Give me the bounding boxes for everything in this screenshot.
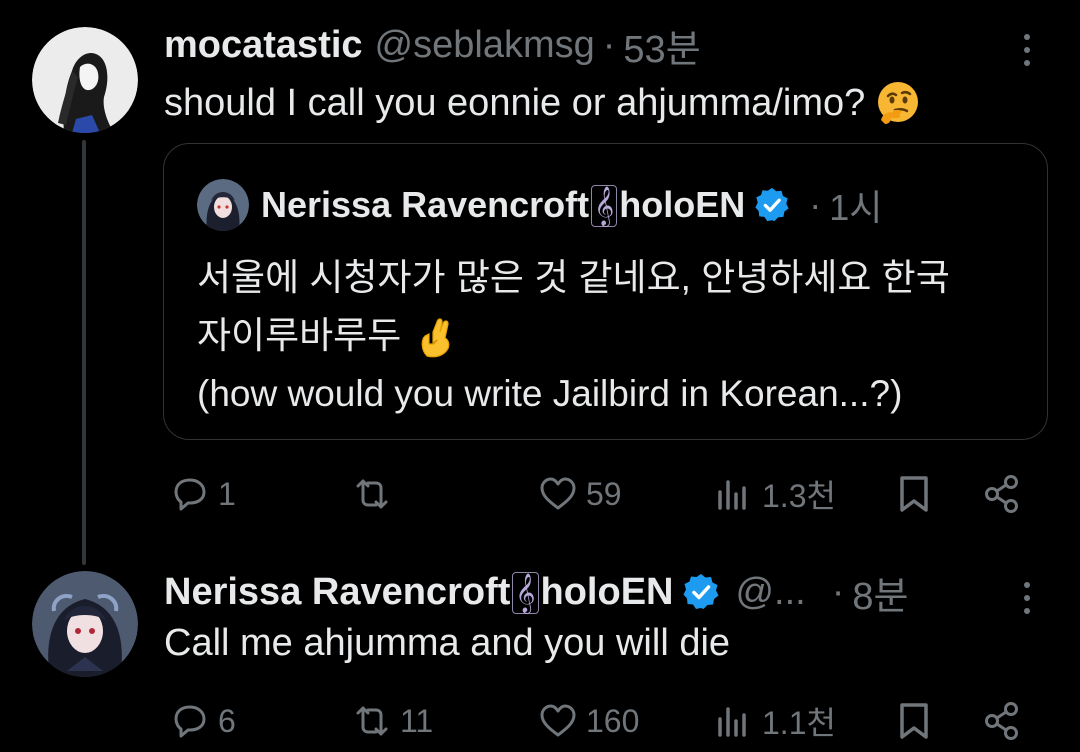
thread-connector-line	[82, 140, 86, 565]
more-options-icon[interactable]	[1020, 34, 1034, 66]
tweet-actions: 6 11 160 1.1천	[164, 696, 1034, 746]
verified-badge-icon	[681, 572, 721, 612]
views-button[interactable]: 1.1천	[712, 696, 836, 746]
like-count: 160	[586, 702, 640, 739]
user-handle[interactable]: @seblakmsg	[375, 24, 595, 67]
avatar-nerissa-small	[197, 179, 249, 231]
view-count: 1.1천	[762, 705, 836, 741]
verified-badge-icon	[753, 186, 791, 224]
like-button[interactable]: 59	[536, 469, 622, 519]
reply-button[interactable]: 1	[168, 469, 236, 519]
timestamp[interactable]: 53분	[623, 18, 700, 73]
like-button[interactable]: 160	[536, 696, 639, 746]
quoted-text-line: (how would you write Jailbird in Korean.…	[197, 373, 903, 414]
bookmark-button[interactable]	[892, 696, 936, 746]
timestamp[interactable]: 8분	[852, 565, 908, 620]
retweet-button[interactable]: 11	[350, 696, 433, 746]
reply-count: 1	[218, 475, 236, 512]
display-name[interactable]: mocatastic	[164, 24, 363, 67]
analytics-icon	[718, 707, 746, 737]
bookmark-button[interactable]	[892, 469, 936, 519]
share-icon	[985, 702, 1018, 740]
tweet-thread: mocatastic @seblakmsg · 53분 should I cal…	[0, 0, 1080, 752]
share-button[interactable]	[980, 469, 1024, 519]
treble-clef-icon: 𝄞	[512, 571, 539, 614]
quoted-tweet-card[interactable]: Nerissa Ravencroft 𝄞 holoEN · 1시 서울에 시청자가 …	[163, 143, 1048, 440]
retweet-icon	[356, 706, 388, 736]
view-count: 1.3천	[762, 478, 836, 514]
display-name[interactable]: Nerissa Ravencroft 𝄞 holoEN	[164, 571, 673, 614]
reply-icon	[174, 705, 206, 738]
crossed-fingers-emoji-icon	[417, 314, 457, 358]
bookmark-icon	[900, 703, 928, 739]
quoted-tweet-text: 서울에 시청자가 많은 것 같네요, 안녕하세요 한국 자이루바루두 (how …	[197, 249, 950, 423]
bookmark-icon	[900, 476, 928, 512]
views-button[interactable]: 1.3천	[712, 469, 836, 519]
heart-icon	[540, 477, 576, 510]
separator-dot: ·	[809, 184, 822, 225]
more-options-icon[interactable]	[1020, 582, 1034, 614]
reply-count: 6	[218, 702, 236, 739]
separator-dot: ·	[602, 23, 616, 66]
analytics-icon	[718, 480, 746, 510]
share-icon	[985, 475, 1018, 513]
share-button[interactable]	[980, 696, 1024, 746]
tweet-text: Call me ahjumma and you will die	[164, 622, 730, 665]
heart-icon	[540, 704, 576, 737]
tweet-header: Nerissa Ravencroft 𝄞 holoEN @... · 8분	[164, 569, 909, 618]
retweet-count: 11	[400, 702, 434, 739]
tweet-text: should I call you eonnie or ahjumma/imo?	[164, 80, 921, 126]
quoted-text-line: 자이루바루두	[197, 307, 950, 365]
user-handle[interactable]: @...	[735, 571, 805, 614]
quoted-timestamp[interactable]: 1시	[829, 179, 882, 231]
tweet-actions: 1 59 1.3천	[164, 469, 1034, 519]
tweet-header: mocatastic @seblakmsg · 53분	[164, 22, 701, 71]
quoted-display-name[interactable]: Nerissa Ravencroft 𝄞 holoEN	[261, 184, 745, 227]
retweet-button[interactable]	[350, 469, 400, 519]
reply-icon	[174, 478, 206, 511]
avatar-nerissa[interactable]	[32, 571, 138, 677]
retweet-icon	[356, 479, 388, 509]
thinking-face-emoji-icon	[875, 80, 921, 126]
quoted-tweet-header: Nerissa Ravencroft 𝄞 holoEN · 1시	[197, 179, 882, 231]
separator-dot: ·	[831, 570, 845, 613]
like-count: 59	[586, 475, 622, 512]
tweet-body: Call me ahjumma and you will die	[164, 622, 731, 664]
quoted-text-line: 서울에 시청자가 많은 것 같네요, 안녕하세요 한국	[197, 257, 950, 298]
tweet-body: should I call you eonnie or ahjumma/imo?	[164, 81, 866, 124]
avatar-mocatastic[interactable]	[32, 27, 138, 133]
treble-clef-icon: 𝄞	[591, 184, 618, 227]
reply-button[interactable]: 6	[168, 696, 236, 746]
